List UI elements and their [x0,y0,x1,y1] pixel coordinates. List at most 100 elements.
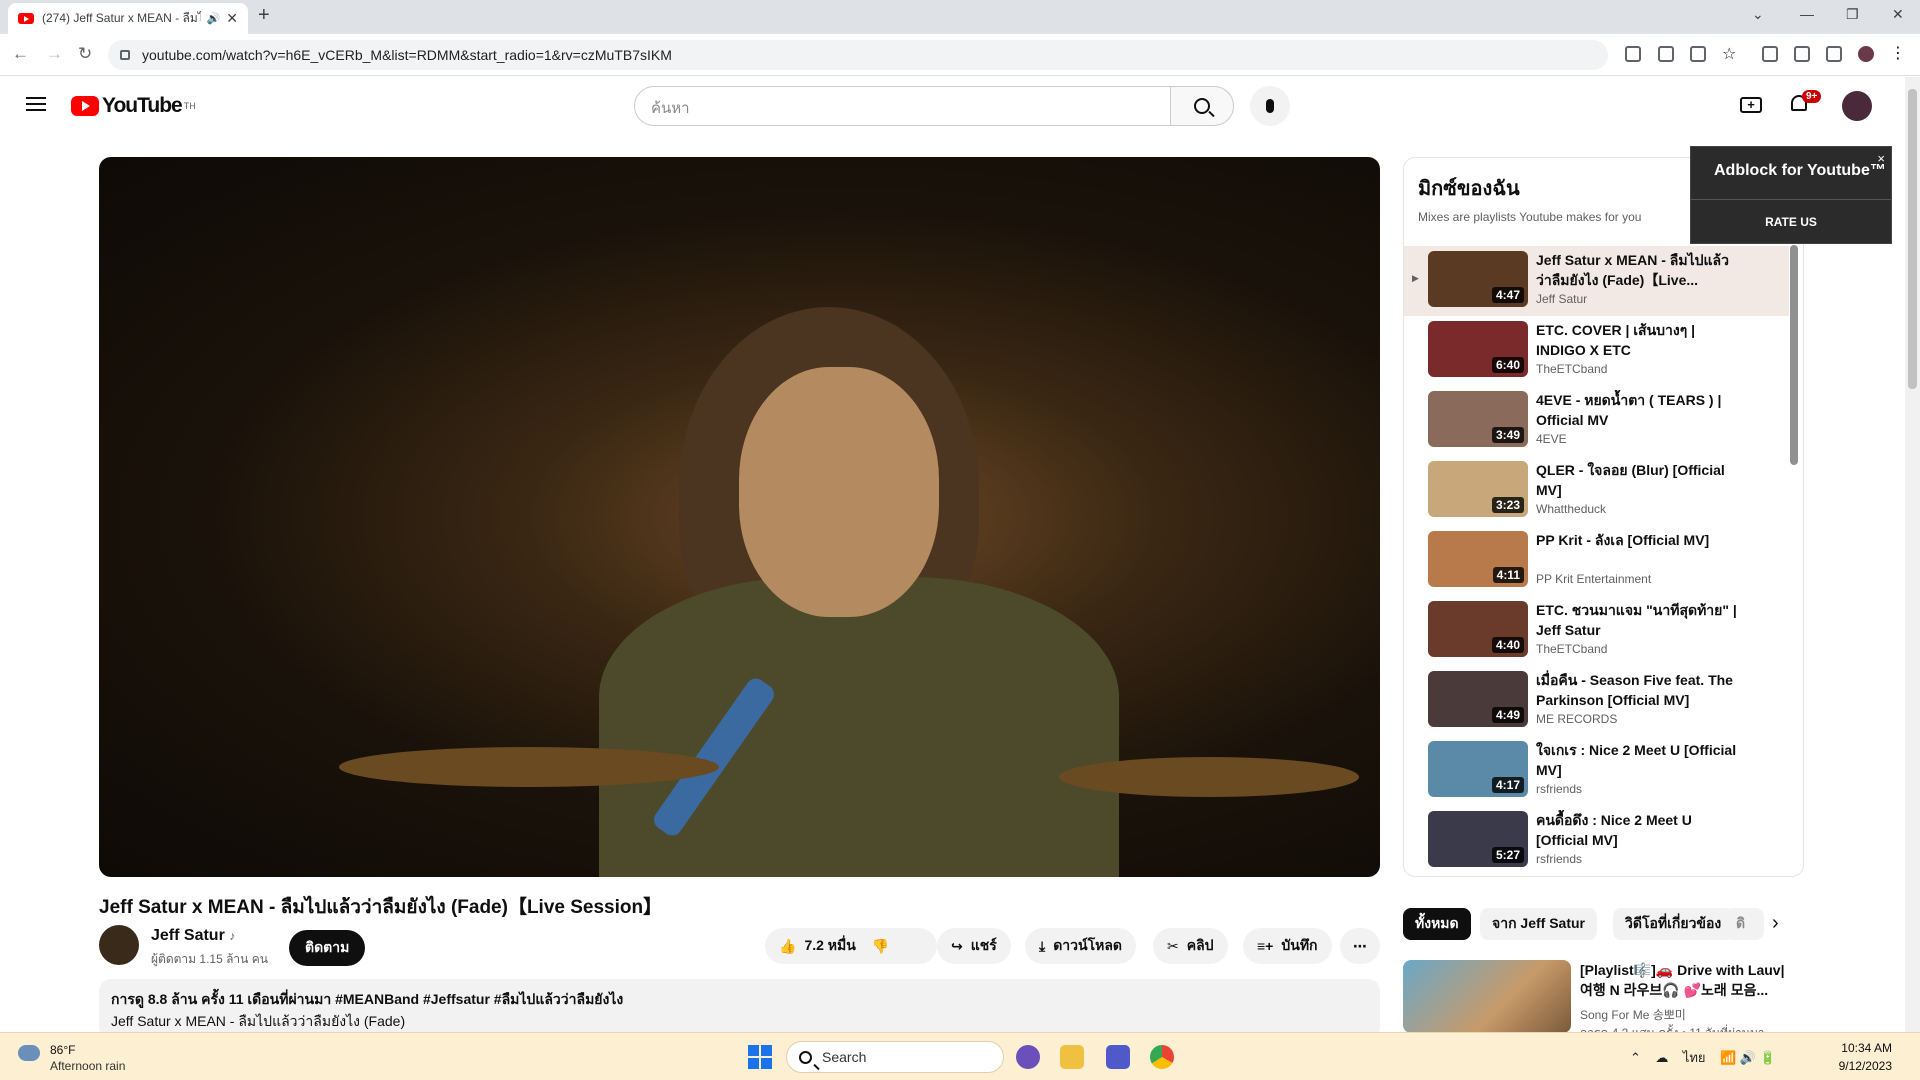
playlist-item-thumbnail[interactable]: 4:47 [1428,251,1528,307]
create-video-icon[interactable]: + [1740,97,1762,113]
search-button[interactable] [1170,86,1234,126]
playlist-item-thumbnail[interactable]: 4:11 [1428,531,1528,587]
recommendation-thumbnail[interactable] [1403,960,1571,1033]
volume-icon[interactable]: 🔊 [1740,1050,1756,1065]
save-button[interactable]: ≡+ บันทึก [1243,928,1332,964]
clock-date[interactable]: 9/12/2023 [1832,1059,1892,1073]
forward-button[interactable]: → [46,44,63,64]
playlist-item-title[interactable]: PP Krit - ลังเล [Official MV] [1536,530,1741,550]
playlist-item[interactable]: 4:17 ใจเกเร : Nice 2 Meet U [Official MV]… [1404,736,1789,806]
playlist-item-thumbnail[interactable]: 6:40 [1428,321,1528,377]
playlist-item-title[interactable]: 4EVE - หยดน้ำตา ( TEARS ) | Official MV [1536,390,1741,430]
channel-avatar[interactable] [99,925,139,965]
windows-start-icon[interactable] [748,1045,772,1069]
account-avatar[interactable] [1842,91,1872,121]
chip-from-channel[interactable]: จาก Jeff Satur [1480,908,1598,940]
download-button[interactable]: ⤓ ดาวน์โหลด [1025,928,1137,964]
rate-us-button[interactable]: RATE US [1691,199,1891,243]
playlist-item-thumbnail[interactable]: 5:27 [1428,811,1528,867]
playlist-item[interactable]: 5:27 คนดื้อดึง : Nice 2 Meet U [Official … [1404,806,1789,876]
taskbar-search[interactable]: Search [786,1041,1004,1073]
chrome-icon[interactable] [1150,1045,1174,1069]
playlist-item[interactable]: 4:49 เมื่อคืน - Season Five feat. The Par… [1404,666,1789,736]
playlist-item-thumbnail[interactable]: 4:49 [1428,671,1528,727]
translate-icon[interactable] [1658,46,1674,62]
playlist-item[interactable]: 4:11 PP Krit - ลังเล [Official MV] PP Krit… [1404,526,1789,596]
extensions-icon[interactable] [1762,46,1778,62]
playlist-item-thumbnail[interactable]: 3:23 [1428,461,1528,517]
browser-menu-icon[interactable]: ⋮ [1890,43,1906,62]
playlist-item-title[interactable]: เมื่อคืน - Season Five feat. The Parkins… [1536,670,1741,710]
weather-description[interactable]: Afternoon rain [50,1059,125,1073]
playlist-item[interactable]: ▶ 4:47 Jeff Satur x MEAN - ลืมไปแล้วว่าลืม… [1404,246,1789,316]
bookmark-star-icon[interactable]: ☆ [1722,44,1738,63]
file-explorer-icon[interactable] [1060,1045,1084,1069]
teams-icon[interactable] [1106,1045,1130,1069]
description-box[interactable]: การดู 8.8 ล้าน ครั้ง 11 เดือนที่ผ่านมา #… [99,979,1380,1039]
side-panel-icon[interactable] [1826,46,1842,62]
maximize-button[interactable]: ❐ [1846,6,1859,23]
share-button[interactable]: ↪ แชร์ [937,928,1011,964]
playlist-item-thumbnail[interactable]: 4:40 [1428,601,1528,657]
channel-name-text[interactable]: Jeff Satur [151,927,225,944]
playlist-item[interactable]: Jeff Satur - ลืมไปแล้วว่าลืมยังไง [1404,876,1789,877]
page-scrollbar-thumb[interactable] [1908,89,1917,389]
language-indicator[interactable]: ไทย [1683,1050,1706,1065]
weather-rain-icon[interactable] [18,1045,40,1061]
chip-next-chevron-icon[interactable]: › [1772,912,1779,935]
playlist-item-title[interactable]: Jeff Satur x MEAN - ลืมไปแล้วว่าลืมยังไง… [1536,250,1741,290]
playlist-item[interactable]: 4:40 ETC. ชวนมาแจม "นาทีสุดท้าย" | Jeff S… [1404,596,1789,666]
video-player[interactable] [99,157,1380,877]
playlist-item-title[interactable]: ETC. ชวนมาแจม "นาทีสุดท้าย" | Jeff Satur [1536,600,1741,640]
like-button[interactable]: 👍 7.2 หมื่น 👎 [765,928,937,964]
chip-more[interactable]: ดิ [1724,908,1764,940]
install-icon[interactable] [1625,46,1641,62]
close-tab-icon[interactable]: ✕ [226,10,238,27]
system-tray[interactable]: ⌃ ☁ ไทย 📶 🔊 🔋 [1630,1047,1776,1068]
tab-search-chevron-icon[interactable]: ⌄ [1752,6,1764,23]
close-window-button[interactable]: ✕ [1892,6,1904,23]
clip-button[interactable]: ✂ คลิป [1153,928,1228,964]
playlist-item-title[interactable]: คนดื้อดึง : Nice 2 Meet U [Official MV] [1536,810,1741,850]
recommendation-title[interactable]: [Playlist🎼]🚗 Drive with Lauv| 여행 N 라우브🎧 … [1580,960,1790,1000]
youtube-logo[interactable]: YouTube TH [71,94,196,118]
playlist-scrollbar[interactable] [1790,245,1798,465]
playlist-item-title[interactable]: ใจเกเร : Nice 2 Meet U [Official MV] [1536,740,1741,780]
minimize-button[interactable]: — [1800,6,1814,22]
wifi-icon[interactable]: 📶 [1720,1050,1736,1065]
voice-search-button[interactable] [1250,86,1290,126]
playlist-item-thumbnail[interactable]: 3:49 [1428,391,1528,447]
menu-icon[interactable] [26,97,46,111]
subscribe-button[interactable]: ติดตาม [289,930,366,966]
back-button[interactable]: ← [12,44,29,64]
chip-all[interactable]: ทั้งหมด [1403,908,1471,940]
reload-button[interactable]: ↻ [78,44,92,64]
search-input[interactable]: ค้นหา [634,86,1171,126]
github-desktop-icon[interactable] [1016,1045,1040,1069]
playlist-item[interactable]: 6:40 ETC. COVER | เส้นบางๆ | INDIGO X ETC… [1404,316,1789,386]
more-actions-button[interactable]: ⋯ [1340,928,1380,964]
speaker-icon[interactable]: 🔊 [207,12,221,25]
browser-tab[interactable]: (274) Jeff Satur x MEAN - ลืมไ 🔊 ✕ [8,3,248,34]
share-icon[interactable] [1690,46,1706,62]
media-control-icon[interactable] [1794,46,1810,62]
tray-chevron-icon[interactable]: ⌃ [1630,1050,1641,1065]
clock-time[interactable]: 10:34 AM [1832,1041,1892,1055]
playlist-item-title[interactable]: QLER - ใจลอย (Blur) [Official MV] [1536,460,1741,500]
adblock-close-icon[interactable]: × [1877,151,1885,166]
profile-avatar-icon[interactable] [1858,46,1874,62]
recommendation-channel[interactable]: Song For Me 송뽀미 [1580,1006,1686,1023]
battery-icon[interactable]: 🔋 [1760,1050,1776,1065]
playlist-item-thumbnail[interactable]: 4:17 [1428,741,1528,797]
chip-related[interactable]: วิดีโอที่เกี่ยวข้อง [1613,908,1734,940]
playlist-item[interactable]: 3:49 4EVE - หยดน้ำตา ( TEARS ) | Official… [1404,386,1789,456]
thumbs-down-icon[interactable]: 👎 [872,938,889,955]
onedrive-icon[interactable]: ☁ [1655,1050,1668,1065]
playlist-item-title[interactable]: ETC. COVER | เส้นบางๆ | INDIGO X ETC [1536,320,1741,360]
playlist-item[interactable]: 3:23 QLER - ใจลอย (Blur) [Official MV] Wha… [1404,456,1789,526]
channel-name[interactable]: Jeff Satur ♪ [151,927,235,945]
omnibox[interactable]: youtube.com/watch?v=h6E_vCERb_M&list=RDM… [108,40,1608,70]
new-tab-button[interactable]: + [258,4,270,27]
page-scrollbar[interactable] [1905,77,1920,1032]
weather-temperature[interactable]: 86°F [50,1043,75,1057]
